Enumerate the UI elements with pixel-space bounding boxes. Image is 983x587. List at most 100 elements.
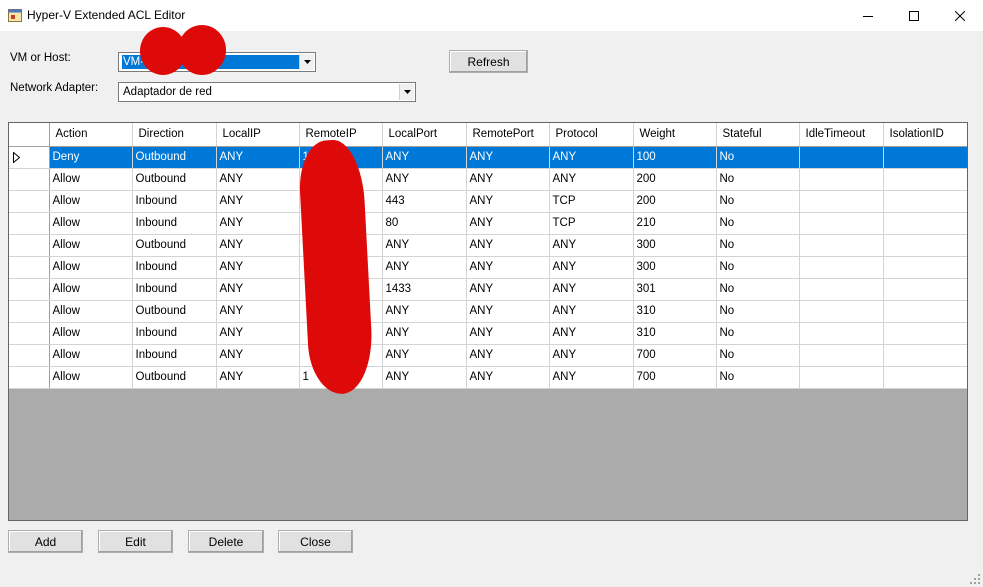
cell-weight[interactable]: 100 bbox=[633, 146, 717, 169]
refresh-button[interactable]: Refresh bbox=[449, 50, 528, 73]
cell-action[interactable]: Allow bbox=[49, 256, 133, 279]
cell-remoteport[interactable]: ANY bbox=[466, 234, 550, 257]
cell-stateful[interactable]: No bbox=[716, 190, 800, 213]
cell-weight[interactable]: 301 bbox=[633, 278, 717, 301]
cell-isolationid[interactable] bbox=[883, 190, 967, 213]
cell-remoteport[interactable]: ANY bbox=[466, 278, 550, 301]
cell-protocol[interactable]: ANY bbox=[549, 344, 634, 367]
cell-stateful[interactable]: No bbox=[716, 366, 800, 389]
cell-localport[interactable]: 443 bbox=[382, 190, 467, 213]
cell-localport[interactable]: 80 bbox=[382, 212, 467, 235]
table-row[interactable]: Allow Outbound ANY ANY ANY ANY 310 No bbox=[9, 300, 967, 323]
row-header[interactable] bbox=[9, 168, 50, 191]
cell-direction[interactable]: Outbound bbox=[132, 168, 217, 191]
cell-stateful[interactable]: No bbox=[716, 212, 800, 235]
row-header[interactable] bbox=[9, 190, 50, 213]
cell-weight[interactable]: 300 bbox=[633, 256, 717, 279]
cell-stateful[interactable]: No bbox=[716, 256, 800, 279]
row-header[interactable] bbox=[9, 300, 50, 323]
cell-localport[interactable]: ANY bbox=[382, 256, 467, 279]
cell-direction[interactable]: Inbound bbox=[132, 344, 217, 367]
cell-action[interactable]: Allow bbox=[49, 168, 133, 191]
cell-localip[interactable]: ANY bbox=[216, 300, 300, 323]
cell-direction[interactable]: Inbound bbox=[132, 278, 217, 301]
cell-localport[interactable]: ANY bbox=[382, 322, 467, 345]
resize-grip-icon[interactable] bbox=[969, 573, 981, 585]
cell-stateful[interactable]: No bbox=[716, 300, 800, 323]
cell-localip[interactable]: ANY bbox=[216, 344, 300, 367]
column-header-localport[interactable]: LocalPort bbox=[382, 123, 467, 147]
edit-button[interactable]: Edit bbox=[98, 530, 173, 553]
cell-action[interactable]: Allow bbox=[49, 322, 133, 345]
cell-action[interactable]: Allow bbox=[49, 190, 133, 213]
cell-stateful[interactable]: No bbox=[716, 278, 800, 301]
cell-remoteport[interactable]: ANY bbox=[466, 146, 550, 169]
acl-grid[interactable]: Action Direction LocalIP RemoteIP LocalP… bbox=[8, 122, 968, 521]
cell-action[interactable]: Allow bbox=[49, 366, 133, 389]
cell-direction[interactable]: Outbound bbox=[132, 300, 217, 323]
row-header[interactable] bbox=[9, 212, 50, 235]
cell-action[interactable]: Allow bbox=[49, 234, 133, 257]
cell-localip[interactable]: ANY bbox=[216, 212, 300, 235]
close-window-button[interactable] bbox=[937, 0, 983, 31]
cell-idletimeout[interactable] bbox=[799, 300, 884, 323]
table-row[interactable]: Allow Inbound ANY ANY ANY ANY 300 No bbox=[9, 256, 967, 279]
cell-stateful[interactable]: No bbox=[716, 344, 800, 367]
column-header-remoteport[interactable]: RemotePort bbox=[466, 123, 550, 147]
cell-idletimeout[interactable] bbox=[799, 168, 884, 191]
cell-weight[interactable]: 700 bbox=[633, 344, 717, 367]
cell-protocol[interactable]: ANY bbox=[549, 234, 634, 257]
cell-direction[interactable]: Outbound bbox=[132, 146, 217, 169]
row-header[interactable] bbox=[9, 322, 50, 345]
table-row[interactable]: Allow Inbound ANY ANY ANY ANY 700 No bbox=[9, 344, 967, 367]
cell-protocol[interactable]: ANY bbox=[549, 146, 634, 169]
cell-direction[interactable]: Inbound bbox=[132, 190, 217, 213]
cell-localip[interactable]: ANY bbox=[216, 322, 300, 345]
cell-remoteport[interactable]: ANY bbox=[466, 300, 550, 323]
cell-weight[interactable]: 300 bbox=[633, 234, 717, 257]
table-row[interactable]: Allow Inbound ANY 1433 ANY ANY 301 No bbox=[9, 278, 967, 301]
cell-stateful[interactable]: No bbox=[716, 146, 800, 169]
network-adapter-select[interactable]: Adaptador de red bbox=[118, 82, 416, 102]
cell-direction[interactable]: Inbound bbox=[132, 256, 217, 279]
cell-isolationid[interactable] bbox=[883, 344, 967, 367]
row-header[interactable] bbox=[9, 256, 50, 279]
cell-protocol[interactable]: ANY bbox=[549, 168, 634, 191]
column-header-action[interactable]: Action bbox=[49, 123, 133, 147]
cell-remoteport[interactable]: ANY bbox=[466, 344, 550, 367]
cell-isolationid[interactable] bbox=[883, 168, 967, 191]
table-row[interactable]: Allow Outbound ANY ANY ANY ANY 300 No bbox=[9, 234, 967, 257]
cell-localport[interactable]: ANY bbox=[382, 344, 467, 367]
maximize-button[interactable] bbox=[891, 0, 937, 31]
table-row[interactable]: AllowInboundANYA80ANYTCP210No bbox=[9, 212, 967, 235]
cell-stateful[interactable]: No bbox=[716, 168, 800, 191]
cell-protocol[interactable]: TCP bbox=[549, 212, 634, 235]
delete-button[interactable]: Delete bbox=[188, 530, 264, 553]
cell-localport[interactable]: ANY bbox=[382, 146, 467, 169]
cell-direction[interactable]: Inbound bbox=[132, 322, 217, 345]
cell-idletimeout[interactable] bbox=[799, 366, 884, 389]
cell-weight[interactable]: 210 bbox=[633, 212, 717, 235]
cell-isolationid[interactable] bbox=[883, 256, 967, 279]
cell-idletimeout[interactable] bbox=[799, 278, 884, 301]
row-header[interactable] bbox=[9, 146, 50, 169]
row-header[interactable] bbox=[9, 234, 50, 257]
cell-isolationid[interactable] bbox=[883, 300, 967, 323]
column-header-stateful[interactable]: Stateful bbox=[716, 123, 800, 147]
cell-isolationid[interactable] bbox=[883, 322, 967, 345]
cell-localport[interactable]: 1433 bbox=[382, 278, 467, 301]
cell-idletimeout[interactable] bbox=[799, 322, 884, 345]
cell-weight[interactable]: 200 bbox=[633, 168, 717, 191]
cell-isolationid[interactable] bbox=[883, 212, 967, 235]
cell-idletimeout[interactable] bbox=[799, 344, 884, 367]
table-row[interactable]: Allow Outbound ANY 1 ANY ANY ANY 700 No bbox=[9, 366, 967, 389]
cell-localip[interactable]: ANY bbox=[216, 366, 300, 389]
cell-remoteport[interactable]: ANY bbox=[466, 256, 550, 279]
cell-idletimeout[interactable] bbox=[799, 190, 884, 213]
column-header-direction[interactable]: Direction bbox=[132, 123, 217, 147]
column-header-protocol[interactable]: Protocol bbox=[549, 123, 634, 147]
cell-protocol[interactable]: ANY bbox=[549, 322, 634, 345]
close-button[interactable]: Close bbox=[278, 530, 353, 553]
cell-weight[interactable]: 310 bbox=[633, 322, 717, 345]
table-row[interactable]: Allow Inbound ANY ANY ANY ANY 310 No bbox=[9, 322, 967, 345]
